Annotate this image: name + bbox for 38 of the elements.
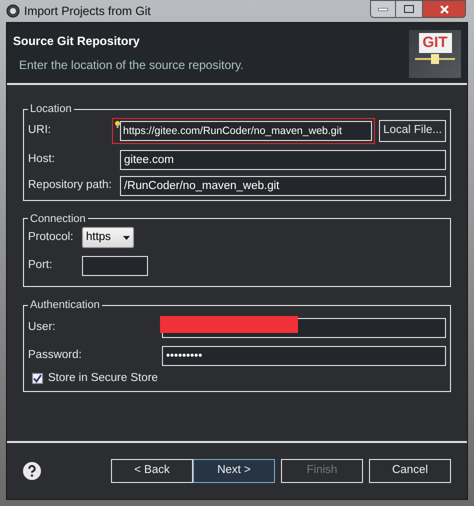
- close-icon: [440, 4, 448, 14]
- password-field[interactable]: •••••••••: [162, 346, 446, 366]
- field-label: URI:: [28, 122, 52, 138]
- maximize-button[interactable]: [396, 0, 422, 18]
- checkbox-label: Store in Secure Store: [48, 370, 158, 386]
- uri-field[interactable]: https://gitee.com/RunCoder/no_maven_web.git: [120, 120, 372, 140]
- dialog-button[interactable]: Next >: [193, 459, 275, 483]
- local-file-button[interactable]: Local File...: [379, 120, 446, 142]
- dropdown-arrow-icon: [123, 236, 130, 240]
- protocol-dropdown[interactable]: https: [82, 227, 134, 248]
- maximize-icon: [404, 5, 414, 13]
- page-description: Enter the location of the source repository.: [18, 57, 244, 74]
- field-label: Host:: [28, 152, 56, 167]
- git-logo: GIT: [409, 30, 461, 78]
- dialog-button[interactable]: Cancel: [369, 459, 451, 483]
- window-title: Import Projects from Git: [24, 3, 151, 20]
- close-button[interactable]: [422, 0, 466, 18]
- field-label: User:: [28, 320, 56, 335]
- minimize-icon: [378, 8, 388, 10]
- app-icon: [6, 4, 20, 18]
- checkmark-icon: [33, 374, 42, 383]
- host-field[interactable]: gitee.com: [120, 150, 446, 170]
- minimize-button[interactable]: [370, 0, 396, 18]
- page-title: Source Git Repository: [13, 33, 141, 50]
- port-field[interactable]: [82, 256, 148, 276]
- field-label: Port:: [28, 258, 54, 274]
- checkbox[interactable]: [32, 372, 43, 384]
- group-title: Connection: [29, 212, 87, 226]
- help-icon[interactable]: [23, 462, 41, 480]
- group-title: Location: [29, 102, 73, 117]
- field-label: Protocol:: [28, 230, 74, 245]
- field-label: Repository path:: [28, 178, 112, 193]
- field-label: Password:: [28, 348, 83, 363]
- repository-path-field[interactable]: /RunCoder/no_maven_web.git: [120, 176, 446, 196]
- dialog-button[interactable]: < Back: [111, 459, 193, 483]
- lightbulb-icon: [115, 120, 120, 128]
- user-field[interactable]: [162, 318, 446, 338]
- group-title: Authentication: [29, 298, 101, 313]
